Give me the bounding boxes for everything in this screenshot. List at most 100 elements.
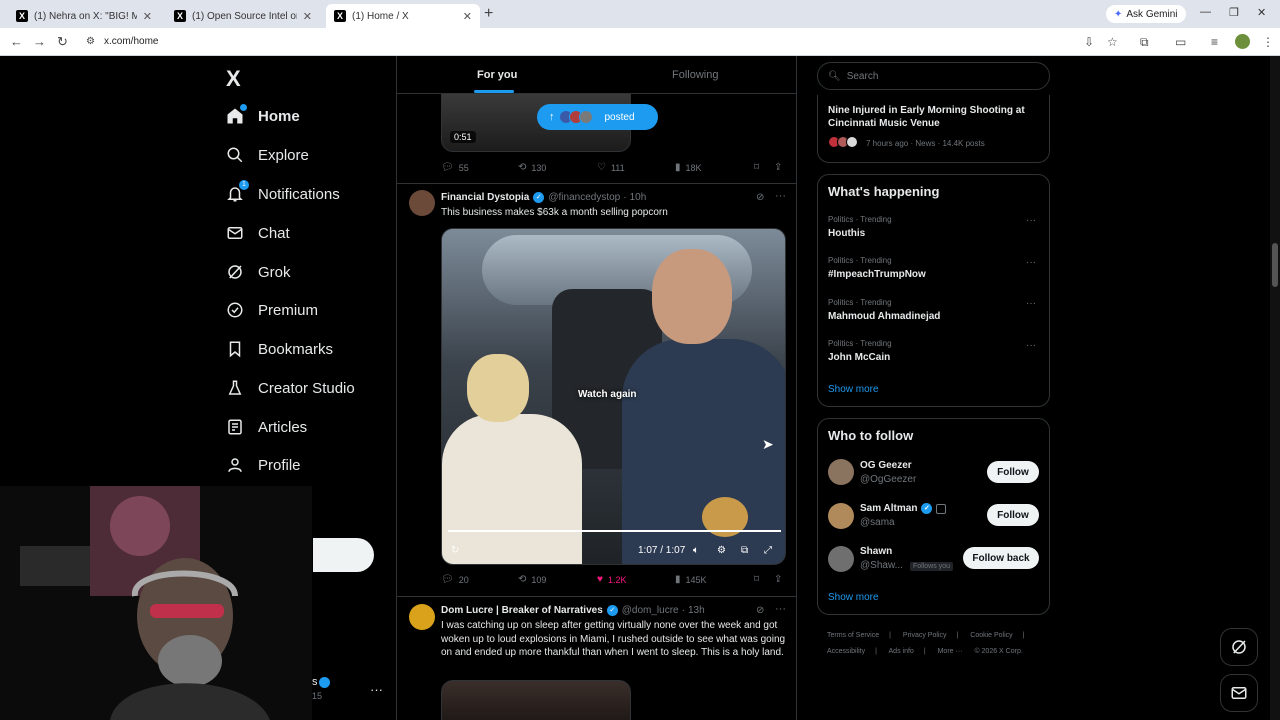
avatar[interactable] (828, 503, 854, 529)
tab-following[interactable]: Following (672, 69, 718, 81)
new-tab-button[interactable]: + (484, 5, 493, 23)
watch-again-button[interactable]: Watch again (578, 389, 637, 400)
sidebar-icon[interactable]: ▭ (1175, 35, 1186, 49)
close-window-icon[interactable]: ✕ (1257, 6, 1266, 19)
messages-float-button[interactable] (1220, 674, 1258, 712)
ask-gemini-button[interactable]: ✦ Ask Gemini (1106, 5, 1186, 23)
minimize-icon[interactable]: — (1200, 6, 1211, 18)
footer-link[interactable]: Ads info (889, 648, 914, 655)
nav-item-articles[interactable]: Articles (226, 413, 307, 441)
nav-item-creator-studio[interactable]: Creator Studio (226, 374, 355, 402)
url-field[interactable]: x.com/home (104, 36, 158, 47)
back-icon[interactable]: ← (10, 34, 23, 49)
author-name[interactable]: Dom Lucre | Breaker of Narratives (441, 605, 603, 616)
trend-name[interactable]: #ImpeachTrumpNow (828, 269, 926, 280)
page-scrollbar[interactable] (1270, 56, 1280, 720)
author-handle[interactable]: @financedystop (548, 192, 620, 203)
volume-icon[interactable]: 🔈︎ (693, 545, 699, 556)
grok-explain-icon[interactable]: ⊘ (756, 605, 764, 616)
nav-item-bookmarks[interactable]: Bookmarks (226, 335, 333, 363)
avatar[interactable] (828, 459, 854, 485)
nav-item-grok[interactable]: Grok (226, 258, 291, 286)
repost-button[interactable]: ⟲ 109 (518, 574, 546, 585)
bookmark-button[interactable]: ⌑ (754, 574, 764, 585)
nav-item-profile[interactable]: Profile (226, 451, 301, 479)
site-info-icon[interactable]: ⚙ (86, 36, 95, 47)
install-app-icon[interactable]: ⇩ (1084, 35, 1094, 49)
reply-button[interactable]: 💬︎ 55 (441, 162, 469, 173)
trend-name[interactable]: John McCain (828, 352, 890, 363)
video-progress-bar[interactable] (448, 530, 781, 532)
nav-item-home[interactable]: Home (226, 102, 300, 130)
pip-icon[interactable]: ⧉ (741, 545, 748, 556)
browser-tab-2[interactable]: X (1) Home / X ✕ (326, 4, 480, 28)
author-handle[interactable]: @dom_lucre (622, 605, 679, 616)
more-icon[interactable]: ··· (1026, 257, 1036, 268)
news-card[interactable]: Nine Injured in Early Morning Shooting a… (817, 95, 1050, 163)
trend-name[interactable]: Houthis (828, 228, 865, 239)
footer-link[interactable]: Accessibility (827, 648, 865, 655)
media-controls-icon[interactable]: ≡ (1211, 35, 1218, 49)
share-button[interactable]: ⇪ (774, 574, 787, 585)
tweet-time[interactable]: 10h (630, 192, 647, 203)
trend-name[interactable]: Mahmoud Ahmadinejad (828, 311, 940, 322)
browser-tab-1[interactable]: X (1) Open Source Intel on X: "Ira ✕ (166, 4, 320, 28)
profile-avatar[interactable] (1235, 34, 1250, 49)
browser-tab-0[interactable]: X (1) Nehra on X: "BIG! Mojtaba K ✕ (8, 4, 160, 28)
views-button[interactable]: ▮ 18K (675, 162, 702, 173)
user-name[interactable]: OG Geezer (860, 460, 912, 471)
bookmark-star-icon[interactable]: ☆ (1107, 35, 1118, 49)
footer-link[interactable]: More ··· (938, 648, 963, 655)
follow-back-button[interactable]: Follow back (963, 547, 1039, 569)
nav-item-chat[interactable]: Chat (226, 219, 290, 247)
close-tab-icon[interactable]: ✕ (463, 10, 472, 23)
more-icon[interactable]: ··· (775, 603, 786, 615)
repost-button[interactable]: ⟲ 130 (518, 162, 546, 173)
x-logo-icon[interactable]: X (226, 66, 241, 92)
follow-button[interactable]: Follow (987, 504, 1039, 526)
share-button[interactable]: ⇪ (774, 162, 787, 173)
footer-link[interactable]: Cookie Policy (970, 632, 1012, 639)
like-button[interactable]: ♥ 1.2K (597, 574, 626, 585)
settings-icon[interactable]: ⚙ (717, 545, 726, 556)
new-posts-pill[interactable]: ↑ posted (537, 104, 658, 130)
scrollbar-thumb[interactable] (1272, 243, 1278, 287)
author-name[interactable]: Financial Dystopia (441, 192, 529, 203)
close-tab-icon[interactable]: ✕ (303, 10, 312, 23)
reply-button[interactable]: 💬︎ 20 (441, 574, 469, 585)
more-icon[interactable]: ··· (1026, 340, 1036, 351)
account-more-icon[interactable]: ··· (370, 682, 383, 697)
avatar[interactable] (409, 604, 435, 630)
more-icon[interactable]: ··· (775, 190, 786, 202)
show-more-link[interactable]: Show more (828, 384, 879, 395)
extensions-icon[interactable]: ⧉ (1140, 35, 1149, 50)
like-button[interactable]: ♡ 111 (597, 162, 625, 173)
footer-link[interactable]: Terms of Service (827, 632, 879, 639)
more-icon[interactable]: ··· (1026, 215, 1036, 226)
nav-item-explore[interactable]: Explore (226, 141, 309, 169)
reload-icon[interactable]: ↻ (57, 34, 68, 50)
post-button[interactable] (313, 538, 374, 572)
search-input[interactable]: 🔍︎ Search (817, 62, 1050, 90)
nav-item-premium[interactable]: Premium (226, 296, 318, 324)
grok-explain-icon[interactable]: ⊘ (756, 192, 764, 203)
tweet-video[interactable]: Watch again ↻ 1:07 / 1:07 🔈︎ ⚙ ⧉ ⤢ (441, 228, 786, 565)
menu-icon[interactable]: ⋮ (1262, 35, 1274, 49)
grok-float-button[interactable] (1220, 628, 1258, 666)
tweet-time[interactable]: 13h (688, 605, 705, 616)
tweet-media[interactable] (441, 680, 631, 720)
show-more-link[interactable]: Show more (828, 592, 879, 603)
restore-icon[interactable]: ❐ (1229, 6, 1239, 19)
avatar[interactable] (409, 190, 435, 216)
user-name[interactable]: Shawn (860, 546, 892, 557)
user-name[interactable]: Sam Altman ✓ (860, 503, 947, 514)
views-button[interactable]: ▮ 145K (675, 574, 707, 585)
footer-link[interactable]: Privacy Policy (903, 632, 947, 639)
forward-icon[interactable]: → (33, 34, 46, 49)
nav-item-notifications[interactable]: 1 Notifications (226, 180, 340, 208)
avatar[interactable] (828, 546, 854, 572)
follow-button[interactable]: Follow (987, 461, 1039, 483)
replay-icon[interactable]: ↻ (451, 545, 459, 556)
close-tab-icon[interactable]: ✕ (143, 10, 152, 23)
more-icon[interactable]: ··· (1026, 298, 1036, 309)
